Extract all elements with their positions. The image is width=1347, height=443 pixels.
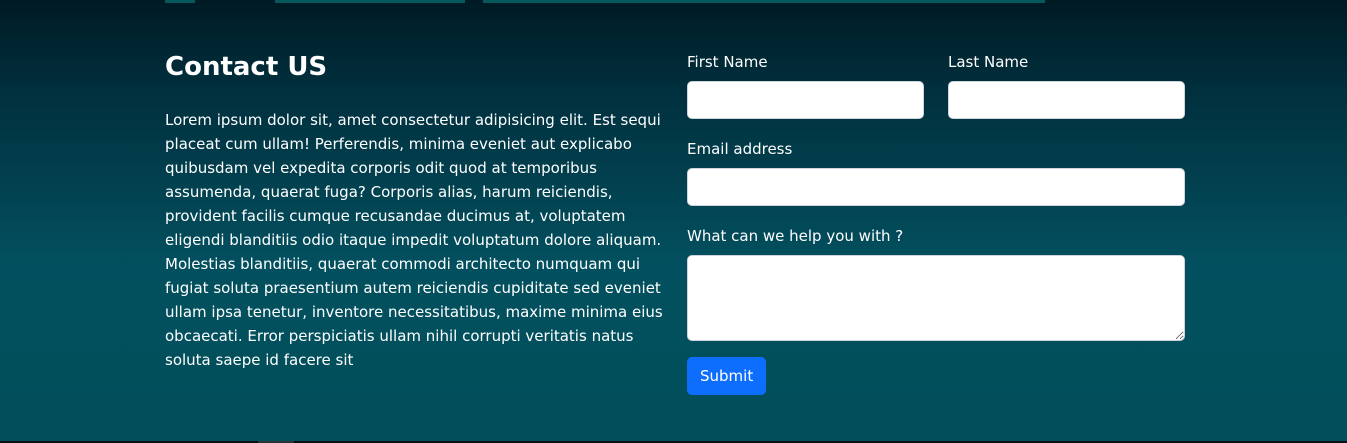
last-name-group: Last Name — [948, 52, 1185, 119]
contact-info: Contact US Lorem ipsum dolor sit, amet c… — [165, 52, 665, 372]
help-group: What can we help you with ? — [687, 226, 1185, 341]
submit-button[interactable]: Submit — [687, 357, 767, 395]
first-name-label: First Name — [687, 53, 768, 71]
help-textarea[interactable] — [687, 255, 1185, 341]
contact-description: Lorem ipsum dolor sit, amet consectetur … — [165, 111, 663, 369]
first-name-group: First Name — [687, 52, 924, 119]
last-name-label: Last Name — [948, 53, 1029, 71]
last-name-input[interactable] — [948, 81, 1185, 119]
email-input[interactable] — [687, 168, 1185, 206]
contact-section: Contact US Lorem ipsum dolor sit, amet c… — [165, 0, 1185, 443]
name-row: First Name Last Name — [687, 52, 1185, 119]
email-label: Email address — [687, 140, 793, 158]
help-label: What can we help you with ? — [687, 227, 904, 245]
first-name-input[interactable] — [687, 81, 924, 119]
contact-form: First Name Last Name Email address What … — [687, 52, 1185, 395]
email-group: Email address — [687, 139, 1185, 206]
contact-heading: Contact US — [165, 52, 328, 82]
